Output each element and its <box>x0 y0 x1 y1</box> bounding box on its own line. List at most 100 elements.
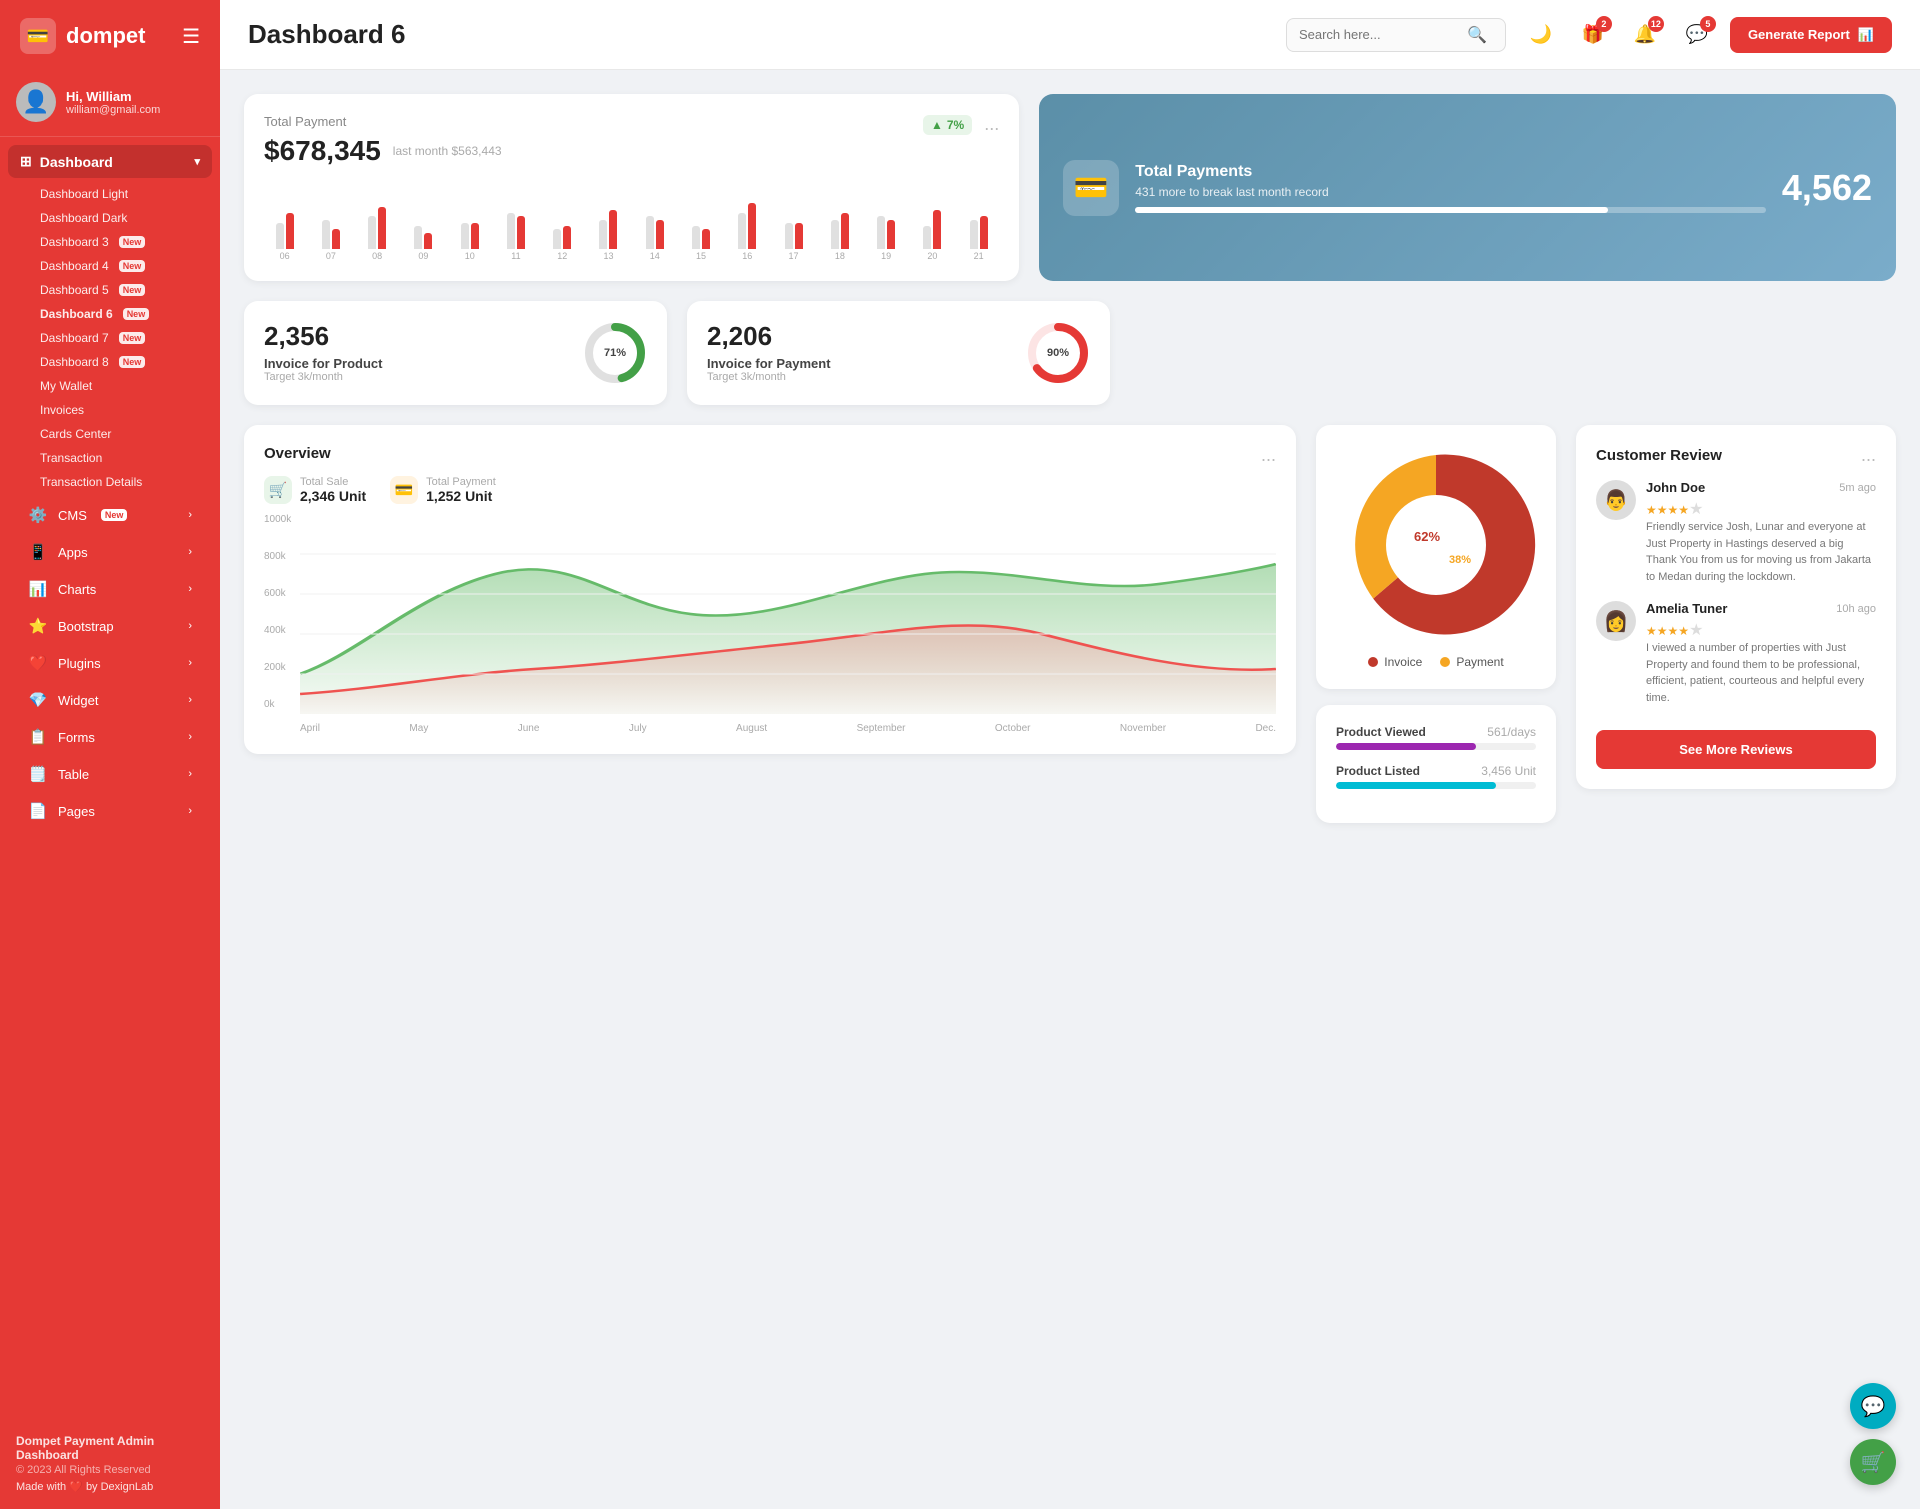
support-fab[interactable]: 💬 <box>1850 1383 1896 1429</box>
nav-label: Plugins <box>58 656 101 671</box>
bar-red <box>841 213 849 249</box>
chevron-right-icon: › <box>188 583 192 595</box>
submenu-label: Dashboard 3 <box>40 235 109 249</box>
review-time: 10h ago <box>1836 603 1876 615</box>
legend-total-sale: 🛒 Total Sale 2,346 Unit <box>264 476 366 504</box>
bar-group: 06 <box>264 179 305 261</box>
overview-more-icon[interactable]: ... <box>1261 445 1276 466</box>
bar-red <box>471 223 479 249</box>
star-icon: ★ <box>1689 501 1703 518</box>
sidebar-nav-bootstrap[interactable]: ⭐ Bootstrap› <box>8 608 212 644</box>
bar-group: 17 <box>773 179 814 261</box>
sidebar-nav-plugins[interactable]: ❤️ Plugins› <box>8 645 212 681</box>
sidebar-nav-widget[interactable]: 💎 Widget› <box>8 682 212 718</box>
sidebar-profile: 👤 Hi, William william@gmail.com <box>0 72 220 137</box>
invoice-payment-card: 2,206 Invoice for Payment Target 3k/mont… <box>687 301 1110 405</box>
sidebar-item-transaction-details[interactable]: Transaction Details <box>28 470 212 494</box>
sidebar-nav-apps[interactable]: 📱 Apps› <box>8 534 212 570</box>
search-bar[interactable]: 🔍 <box>1286 18 1506 52</box>
chat-icon-btn[interactable]: 💬 5 <box>1678 16 1716 54</box>
bar-group: 15 <box>680 179 721 261</box>
product-listed-fill <box>1336 782 1496 789</box>
review-time: 5m ago <box>1839 482 1876 494</box>
bar-group: 13 <box>588 179 629 261</box>
bar-gray <box>738 213 746 249</box>
payment-dot <box>1440 657 1450 667</box>
gift-icon-btn[interactable]: 🎁 2 <box>1574 16 1612 54</box>
see-more-reviews-button[interactable]: See More Reviews <box>1596 730 1876 769</box>
sidebar-item-dashboard-3[interactable]: Dashboard 3New <box>28 230 212 254</box>
bar-group: 18 <box>819 179 860 261</box>
bar-red <box>748 203 756 249</box>
nav-label: Pages <box>58 804 95 819</box>
sidebar-item-dashboard-6[interactable]: Dashboard 6New <box>28 302 212 326</box>
more-options-icon[interactable]: ... <box>984 114 999 135</box>
nav-icon: 📋 <box>28 728 48 746</box>
bar-red <box>517 216 525 249</box>
sidebar-nav-pages[interactable]: 📄 Pages› <box>8 793 212 829</box>
bar-label: 10 <box>465 251 475 261</box>
invoice-payment-value: 2,206 <box>707 321 831 352</box>
bar-label: 07 <box>326 251 336 261</box>
bar-red <box>378 207 386 249</box>
sidebar-logo: 💳 dompet ☰ <box>0 0 220 72</box>
bell-icon-btn[interactable]: 🔔 12 <box>1626 16 1664 54</box>
sidebar-item-dashboard-8[interactable]: Dashboard 8New <box>28 350 212 374</box>
submenu-label: Cards Center <box>40 427 111 441</box>
bar-gray <box>692 226 700 249</box>
bar-gray <box>461 223 469 249</box>
bar-label: 17 <box>789 251 799 261</box>
bar-label: 18 <box>835 251 845 261</box>
dashboard-menu-header[interactable]: ⊞ Dashboard ▾ <box>8 145 212 178</box>
bar-group: 08 <box>357 179 398 261</box>
sidebar-nav-charts[interactable]: 📊 Charts› <box>8 571 212 607</box>
bar-gray <box>599 220 607 249</box>
bar-label: 12 <box>557 251 567 261</box>
generate-report-button[interactable]: Generate Report 📊 <box>1730 17 1892 53</box>
total-sale-icon: 🛒 <box>264 476 292 504</box>
sidebar-nav-forms[interactable]: 📋 Forms› <box>8 719 212 755</box>
cart-icon: 🛒 <box>1861 1450 1886 1475</box>
sidebar-item-my-wallet[interactable]: My Wallet <box>28 374 212 398</box>
bar-group: 20 <box>912 179 953 261</box>
bar-label: 20 <box>927 251 937 261</box>
gift-badge: 2 <box>1596 16 1612 32</box>
payment-legend: Payment <box>1440 655 1503 669</box>
sidebar-item-cards-center[interactable]: Cards Center <box>28 422 212 446</box>
bar-group: 14 <box>634 179 675 261</box>
invoice-dot <box>1368 657 1378 667</box>
payments-progress-bar <box>1135 207 1766 213</box>
total-sale-label: Total Sale <box>300 476 366 488</box>
sidebar-item-dashboard-4[interactable]: Dashboard 4New <box>28 254 212 278</box>
bar-gray <box>970 220 978 249</box>
review-more-icon[interactable]: ... <box>1861 445 1876 466</box>
hamburger-icon[interactable]: ☰ <box>182 24 200 49</box>
review-text: Friendly service Josh, Lunar and everyon… <box>1646 519 1876 585</box>
invoice-product-sub: Target 3k/month <box>264 371 382 383</box>
sidebar-nav-table[interactable]: 🗒️ Table› <box>8 756 212 792</box>
invoice-product-donut: 71% <box>583 321 647 385</box>
y-label: 800k <box>264 551 291 562</box>
sidebar-item-transaction[interactable]: Transaction <box>28 446 212 470</box>
review-title: Customer Review <box>1596 447 1722 464</box>
sidebar-item-dashboard-7[interactable]: Dashboard 7New <box>28 326 212 350</box>
moon-icon-btn[interactable]: 🌙 <box>1522 16 1560 54</box>
search-input[interactable] <box>1299 27 1459 42</box>
logo-icon: 💳 <box>20 18 56 54</box>
sidebar-item-dashboard-light[interactable]: Dashboard Light <box>28 182 212 206</box>
sidebar-nav-cms[interactable]: ⚙️ CMSNew› <box>8 497 212 533</box>
review-item: 👩 Amelia Tuner 10h ago ★★★★★ I viewed a … <box>1596 601 1876 706</box>
dashboard-menu-label: Dashboard <box>40 154 113 170</box>
x-axis-labels: April May June July August September Oct… <box>300 719 1276 734</box>
invoice-payment-label: Invoice for Payment <box>707 356 831 371</box>
sidebar-nav: ⚙️ CMSNew›📱 Apps›📊 Charts›⭐ Bootstrap›❤️… <box>0 496 220 830</box>
nav-icon: 🗒️ <box>28 765 48 783</box>
sidebar-item-dashboard-5[interactable]: Dashboard 5New <box>28 278 212 302</box>
cart-fab[interactable]: 🛒 <box>1850 1439 1896 1485</box>
sidebar-item-invoices[interactable]: Invoices <box>28 398 212 422</box>
bar-label: 15 <box>696 251 706 261</box>
invoice-legend: Invoice <box>1368 655 1422 669</box>
y-label: 1000k <box>264 514 291 525</box>
y-label: 0k <box>264 699 291 710</box>
sidebar-item-dashboard-dark[interactable]: Dashboard Dark <box>28 206 212 230</box>
